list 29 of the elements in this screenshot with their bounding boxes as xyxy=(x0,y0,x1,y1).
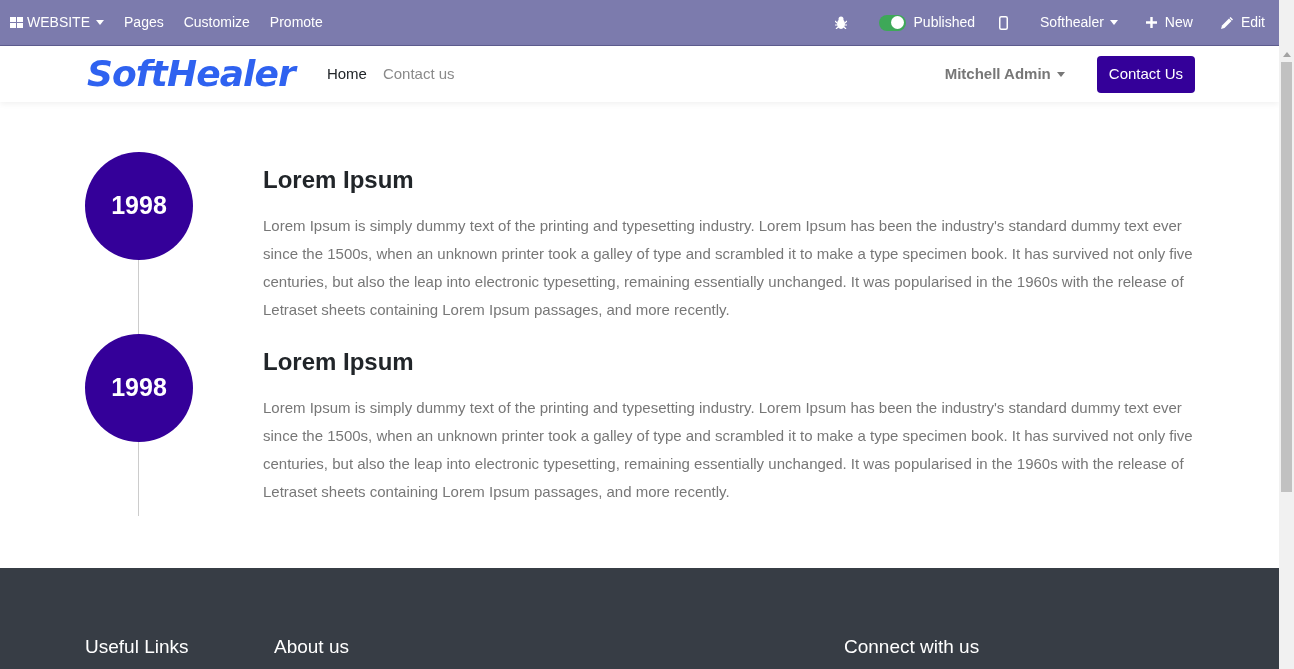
company-menu[interactable]: Softhealer xyxy=(1040,12,1118,33)
user-menu[interactable]: Mitchell Admin xyxy=(944,62,1065,86)
caret-icon xyxy=(1109,20,1118,25)
nav-link[interactable]: Home xyxy=(326,62,367,86)
grid-icon xyxy=(10,17,23,28)
plus-icon xyxy=(1145,17,1157,28)
caret-icon xyxy=(96,20,104,25)
item-text: Lorem Ipsum is simply dummy text of the printing and typesetting industry. Lorem Ipsum has been the industry's standard dummy text ever since the 1500s, when an unknown printer took a galley of type and scrambled it to make a type specimen book. It has survived not only five centuries, but also the leap into electronic typesetting, remaining essentially unchanged. It was popularised in the 1960s with the release of Letraset sheets containing Lorem Ipsum passages, and more recently. xyxy=(263,216,1194,320)
footer-heading: Connect with us xyxy=(844,635,980,659)
admin-menu-item[interactable]: Customize xyxy=(183,12,250,33)
footer-heading: Useful Links xyxy=(85,635,190,659)
edit-button[interactable]: Edit xyxy=(1220,12,1265,33)
item-title: Lorem Ipsum xyxy=(263,347,415,377)
pencil-icon xyxy=(1220,16,1233,29)
published-toggle[interactable]: Published xyxy=(878,12,976,33)
scrollbar[interactable] xyxy=(1279,0,1294,669)
item-title: Lorem Ipsum xyxy=(263,165,415,195)
admin-menu-item[interactable]: Promote xyxy=(269,12,323,33)
website-menu[interactable]: WEBSITE xyxy=(10,12,104,33)
new-button[interactable]: New xyxy=(1145,12,1193,33)
caret-icon xyxy=(1056,71,1065,77)
bug-icon[interactable] xyxy=(834,16,847,29)
contact-us-button[interactable]: Contact Us xyxy=(1096,55,1195,93)
nav-link[interactable]: Contact us xyxy=(382,62,455,86)
item-text: Lorem Ipsum is simply dummy text of the printing and typesetting industry. Lorem Ipsum has been the industry's standard dummy text ever since the 1500s, when an unknown printer took a galley of type and scrambled it to make a type specimen book. It has survived not only five centuries, but also the leap into electronic typesetting, remaining essentially unchanged. It was popularised in the 1960s with the release of Letraset sheets containing Lorem Ipsum passages, and more recently. xyxy=(263,398,1194,502)
scroll-up-icon[interactable] xyxy=(1282,52,1291,57)
mobile-icon[interactable] xyxy=(999,15,1009,30)
admin-menu-item[interactable]: Pages xyxy=(124,12,164,33)
footer-heading: About us xyxy=(274,635,350,659)
